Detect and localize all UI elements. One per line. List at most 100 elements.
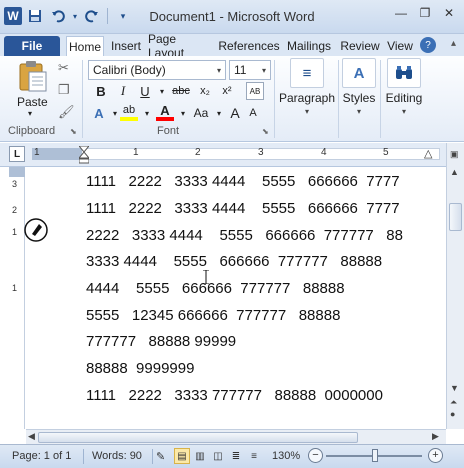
zoom-level[interactable]: 130% <box>272 450 300 462</box>
highlight-dropdown-icon[interactable]: ▾ <box>138 104 156 122</box>
document-line[interactable]: 1111 2222 3333 777777 88888 0000000 <box>86 387 383 404</box>
outline-icon[interactable]: ≣ <box>228 448 244 464</box>
font-size-value: 11 <box>234 63 247 77</box>
vruler-number: 2 <box>12 205 18 215</box>
vruler-number: 1 <box>12 227 18 237</box>
underline-button[interactable]: U <box>136 82 154 100</box>
document-line[interactable]: 5555 12345 666666 777777 88888 <box>86 307 340 324</box>
draft-icon[interactable]: ≡ <box>246 448 262 464</box>
ribbon-tabs: File Home Insert Page Layout References … <box>0 32 464 60</box>
document-page[interactable]: 1111 2222 3333 4444 5555 666666 7777 111… <box>26 167 446 429</box>
document-line[interactable]: 777777 88888 99999 <box>86 333 236 350</box>
styles-dropdown-icon: ▾ <box>356 107 361 116</box>
ruler-number: 1 <box>133 147 139 158</box>
close-icon[interactable]: ✕ <box>438 4 460 22</box>
collapse-ribbon-icon[interactable]: ▴ <box>451 38 456 49</box>
tab-view[interactable]: View <box>384 36 416 56</box>
ruler-track <box>32 148 440 160</box>
vertical-scrollbar[interactable]: ▣ ▲ ▼ ⏶ ● <box>446 143 464 429</box>
paste-button[interactable]: Paste <box>17 95 48 109</box>
paragraph-label: Paragraph <box>278 91 336 105</box>
font-color-button[interactable]: A <box>156 103 174 121</box>
cut-icon[interactable]: ✂ <box>58 60 69 76</box>
zoom-out-icon[interactable]: − <box>308 448 323 463</box>
horizontal-scrollbar[interactable]: ◀ ▶ <box>26 429 446 444</box>
font-size-box[interactable]: 11 ▾ <box>229 60 271 80</box>
click-and-type-cursor-icon <box>24 218 48 242</box>
scroll-down-icon[interactable]: ▼ <box>450 383 459 393</box>
full-screen-reading-icon[interactable]: ▥ <box>192 448 208 464</box>
font-name-value: Calibri (Body) <box>93 63 166 77</box>
copy-icon[interactable]: ❐ <box>58 82 70 98</box>
tab-page-layout[interactable]: Page Layout <box>148 32 214 60</box>
ruler-number: 4 <box>321 147 327 158</box>
editing-label: Editing <box>385 91 423 105</box>
group-separator <box>338 60 339 138</box>
indent-marker-icon[interactable] <box>79 146 89 164</box>
horizontal-scroll-thumb[interactable] <box>38 432 358 443</box>
right-indent-icon[interactable]: △ <box>424 147 432 160</box>
group-separator <box>274 60 275 138</box>
subscript-button[interactable]: x₂ <box>196 82 214 100</box>
styles-button[interactable]: A Styles ▾ <box>340 58 378 120</box>
help-icon[interactable]: ? <box>420 37 436 53</box>
clear-formatting-icon[interactable]: AB <box>246 82 264 100</box>
superscript-button[interactable]: x² <box>218 82 236 100</box>
shrink-font-button[interactable]: A <box>244 104 262 122</box>
font-name-dropdown-icon[interactable]: ▾ <box>217 66 221 75</box>
document-line[interactable]: 1111 2222 3333 4444 5555 666666 7777 <box>86 173 400 190</box>
change-case-button[interactable]: Aa <box>190 104 212 122</box>
tab-file[interactable]: File <box>4 36 60 56</box>
document-line[interactable]: 2222 3333 4444 5555 666666 777777 88 <box>86 227 403 244</box>
word-count[interactable]: Words: 90 <box>92 450 142 462</box>
proofing-icon[interactable]: ✎ <box>156 450 165 463</box>
italic-button[interactable]: I <box>114 82 132 100</box>
document-line[interactable]: 4444 5555 666666 777777 88888 <box>86 280 345 297</box>
vertical-ruler[interactable]: 3 2 1 1 <box>9 167 25 429</box>
view-ruler-icon[interactable]: ▣ <box>450 149 459 160</box>
horizontal-ruler[interactable]: L 1 1 2 3 4 5 △ <box>0 143 464 167</box>
zoom-slider-thumb[interactable] <box>372 449 378 462</box>
strikethrough-button[interactable]: abc <box>170 82 192 100</box>
paragraph-button[interactable]: ≡ Paragraph ▾ <box>279 58 335 120</box>
restore-icon[interactable]: ❐ <box>414 4 436 22</box>
paragraph-icon: ≡ <box>290 58 324 88</box>
tab-references[interactable]: References <box>218 36 280 56</box>
tab-insert[interactable]: Insert <box>108 36 144 56</box>
page-count[interactable]: Page: 1 of 1 <box>12 450 71 462</box>
clipboard-launcher-icon[interactable]: ⬊ <box>70 127 77 136</box>
font-group-label: Font <box>157 125 180 137</box>
minimize-icon[interactable]: — <box>390 4 412 22</box>
paste-dropdown-icon[interactable]: ▾ <box>28 109 32 118</box>
font-name-box[interactable]: Calibri (Body) ▾ <box>88 60 226 80</box>
tab-home[interactable]: Home <box>66 36 104 56</box>
document-line[interactable]: 3333 4444 5555 666666 777777 88888 <box>86 253 382 270</box>
highlight-button[interactable]: ab <box>120 103 138 121</box>
document-line[interactable]: 1111 2222 3333 4444 5555 666666 7777 <box>86 200 400 217</box>
status-separator <box>83 449 84 464</box>
font-size-dropdown-icon[interactable]: ▾ <box>262 66 266 75</box>
previous-page-icon[interactable]: ⏶ <box>450 397 457 408</box>
text-cursor-icon <box>203 270 209 284</box>
scroll-up-icon[interactable]: ▲ <box>450 167 459 177</box>
zoom-in-icon[interactable]: + <box>428 448 443 463</box>
editing-button[interactable]: Editing ▾ <box>382 58 426 120</box>
font-launcher-icon[interactable]: ⬊ <box>262 127 269 136</box>
print-layout-icon[interactable]: ▤ <box>174 448 190 464</box>
group-separator <box>380 60 381 138</box>
underline-dropdown-icon[interactable]: ▾ <box>153 82 171 100</box>
tab-mailings[interactable]: Mailings <box>284 36 334 56</box>
paste-icon[interactable] <box>18 60 48 92</box>
format-painter-icon[interactable]: 🖌 <box>58 104 75 120</box>
document-line[interactable]: 88888 9999999 <box>86 360 194 377</box>
web-layout-icon[interactable]: ◫ <box>210 448 226 464</box>
vertical-scroll-thumb[interactable] <box>449 203 462 231</box>
tab-selector[interactable]: L <box>9 146 25 162</box>
grow-font-button[interactable]: A <box>226 104 244 122</box>
styles-icon: A <box>342 58 376 88</box>
scroll-right-icon[interactable]: ▶ <box>432 431 439 442</box>
browse-object-icon[interactable]: ● <box>450 409 455 419</box>
scroll-left-icon[interactable]: ◀ <box>28 431 35 442</box>
bold-button[interactable]: B <box>92 82 110 100</box>
tab-review[interactable]: Review <box>338 36 382 56</box>
